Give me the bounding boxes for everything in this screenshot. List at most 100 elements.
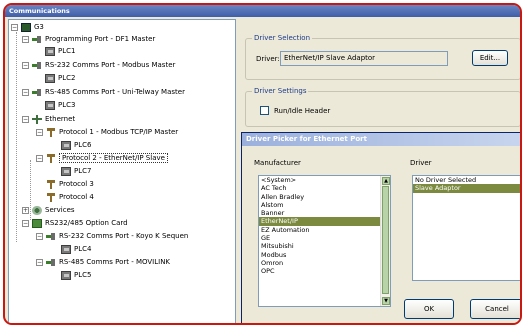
- tree-node-ethernet[interactable]: − Ethernet: [22, 113, 75, 125]
- list-item-selected[interactable]: Slave Adaptor: [413, 184, 520, 193]
- tree-guide-line: [16, 32, 17, 242]
- tree-node-option-card[interactable]: − RS232/485 Option Card: [22, 217, 128, 229]
- scroll-down-icon[interactable]: ▼: [382, 297, 390, 305]
- driver-selection-group: Driver Selection Driver: EtherNet/IP Sla…: [245, 34, 520, 80]
- manufacturer-label: Manufacturer: [254, 159, 301, 167]
- driver-field: EtherNet/IP Slave Adaptor: [280, 51, 448, 66]
- collapse-icon[interactable]: −: [36, 232, 43, 240]
- collapse-icon[interactable]: −: [22, 88, 29, 96]
- plc-icon: [61, 270, 71, 280]
- list-item[interactable]: No Driver Selected: [413, 176, 520, 184]
- port-icon: [32, 35, 42, 44]
- tree-node-label: Protocol 4: [59, 193, 94, 201]
- tree-node-rs232-port[interactable]: − RS-232 Comms Port - Modbus Master: [22, 59, 175, 71]
- driver-label: Driver:: [256, 55, 280, 63]
- plc-icon: [61, 244, 71, 254]
- tree-node-services[interactable]: + Services: [22, 204, 75, 216]
- list-item[interactable]: Alstom: [259, 201, 390, 209]
- port-icon: [32, 61, 42, 70]
- list-item[interactable]: EZ Automation: [259, 226, 390, 234]
- tree-node-label: PLC1: [58, 47, 76, 55]
- run-idle-checkbox[interactable]: [260, 106, 269, 115]
- tree-node-plc7[interactable]: PLC7: [61, 165, 91, 177]
- list-item[interactable]: GE: [259, 234, 390, 242]
- tree-node-plc5[interactable]: PLC5: [61, 269, 91, 281]
- cancel-button[interactable]: Cancel: [470, 299, 520, 319]
- collapse-icon[interactable]: −: [11, 23, 18, 31]
- driver-settings-title: Driver Settings: [252, 87, 309, 95]
- ethernet-icon: [32, 114, 42, 124]
- list-item[interactable]: Mitsubishi: [259, 242, 390, 250]
- tree-node-plc4[interactable]: PLC4: [61, 243, 91, 255]
- tree-node-label: PLC4: [74, 245, 92, 253]
- collapse-icon[interactable]: −: [36, 258, 43, 266]
- list-item[interactable]: Omron: [259, 259, 390, 267]
- tree-node-label: RS-485 Comms Port - Uni-Telway Master: [45, 88, 185, 96]
- tree-node-protocol-2[interactable]: − Protocol 2 - EtherNet/IP Slave: [36, 152, 168, 164]
- tree-node-protocol-3[interactable]: Protocol 3: [46, 178, 94, 190]
- tree-node-label: Services: [45, 206, 75, 214]
- list-item[interactable]: Allen Bradley: [259, 193, 390, 201]
- driver-list-label: Driver: [410, 159, 432, 167]
- services-icon: [32, 205, 42, 215]
- driver-list[interactable]: No Driver Selected Slave Adaptor: [412, 175, 520, 281]
- driver-picker-dialog: Driver Picker for Ethernet Port Manufact…: [241, 132, 520, 323]
- communications-window: Communications − G3 − Programming Port -…: [3, 3, 522, 325]
- list-item[interactable]: Banner: [259, 209, 390, 217]
- list-item-selected[interactable]: EtherNet/IP: [259, 217, 390, 226]
- protocol-icon: [46, 127, 56, 137]
- tree-node-label: RS232/485 Option Card: [45, 219, 128, 227]
- tree-node-plc6[interactable]: PLC6: [61, 139, 91, 151]
- tree-node-label: PLC5: [74, 271, 92, 279]
- ok-button[interactable]: OK: [404, 299, 454, 319]
- tree-node-label: RS-232 Comms Port - Modbus Master: [45, 61, 176, 69]
- plc-icon: [61, 166, 71, 176]
- tree-node-plc2[interactable]: PLC2: [45, 72, 75, 84]
- tree-node-label: Protocol 2 - EtherNet/IP Slave: [59, 153, 168, 163]
- list-item[interactable]: Modbus: [259, 251, 390, 259]
- list-item[interactable]: <System>: [259, 176, 390, 184]
- tree-node-root[interactable]: − G3: [11, 21, 44, 33]
- collapse-icon[interactable]: −: [22, 219, 29, 227]
- plc-icon: [45, 73, 55, 83]
- scroll-thumb[interactable]: [382, 186, 389, 294]
- device-icon: [21, 22, 31, 32]
- tree-node-label: Programming Port - DF1 Master: [45, 35, 156, 43]
- tree-node-label: RS-232 Comms Port - Koyo K Sequen: [59, 232, 189, 240]
- protocol-icon: [46, 192, 56, 202]
- edit-driver-button[interactable]: Edit...: [472, 50, 508, 66]
- scroll-up-icon[interactable]: ▲: [382, 177, 390, 185]
- collapse-icon[interactable]: −: [22, 61, 29, 69]
- tree-node-label: Protocol 3: [59, 180, 94, 188]
- run-idle-label: Run/Idle Header: [274, 107, 331, 115]
- tree-node-movilink-port[interactable]: − RS-485 Comms Port - MOVILINK: [36, 256, 170, 268]
- tree-node-label: Ethernet: [45, 115, 76, 123]
- protocol-icon: [46, 179, 56, 189]
- collapse-icon[interactable]: −: [36, 154, 43, 162]
- plc-icon: [45, 46, 55, 56]
- manufacturer-list[interactable]: <System> AC Tech Allen Bradley Alstom Ba…: [258, 175, 391, 307]
- tree-node-plc3[interactable]: PLC3: [45, 99, 75, 111]
- driver-selection-title: Driver Selection: [252, 34, 313, 42]
- tree-node-label: PLC7: [74, 167, 92, 175]
- comms-tree[interactable]: − G3 − Programming Port - DF1 Master PLC…: [8, 19, 236, 323]
- port-icon: [46, 232, 56, 241]
- collapse-icon[interactable]: −: [36, 128, 43, 136]
- list-item[interactable]: OPC: [259, 267, 390, 275]
- tree-node-programming-port[interactable]: − Programming Port - DF1 Master: [22, 33, 155, 45]
- tree-node-rs485-port[interactable]: − RS-485 Comms Port - Uni-Telway Master: [22, 86, 185, 98]
- tree-node-plc1[interactable]: PLC1: [45, 45, 75, 57]
- protocol-icon: [46, 153, 56, 163]
- expand-icon[interactable]: +: [22, 206, 29, 214]
- collapse-icon[interactable]: −: [22, 35, 29, 43]
- list-item[interactable]: AC Tech: [259, 184, 390, 192]
- tree-node-protocol-4[interactable]: Protocol 4: [46, 191, 94, 203]
- collapse-icon[interactable]: −: [22, 115, 29, 123]
- tree-node-protocol-1[interactable]: − Protocol 1 - Modbus TCP/IP Master: [36, 126, 178, 138]
- tree-node-label: G3: [34, 23, 44, 31]
- plc-icon: [61, 140, 71, 150]
- driver-settings-group: Driver Settings Run/Idle Header: [245, 87, 520, 127]
- manufacturer-scrollbar[interactable]: ▲ ▼: [380, 176, 390, 306]
- tree-node-koyo-port[interactable]: − RS-232 Comms Port - Koyo K Sequen: [36, 230, 188, 242]
- tree-node-label: RS-485 Comms Port - MOVILINK: [59, 258, 171, 266]
